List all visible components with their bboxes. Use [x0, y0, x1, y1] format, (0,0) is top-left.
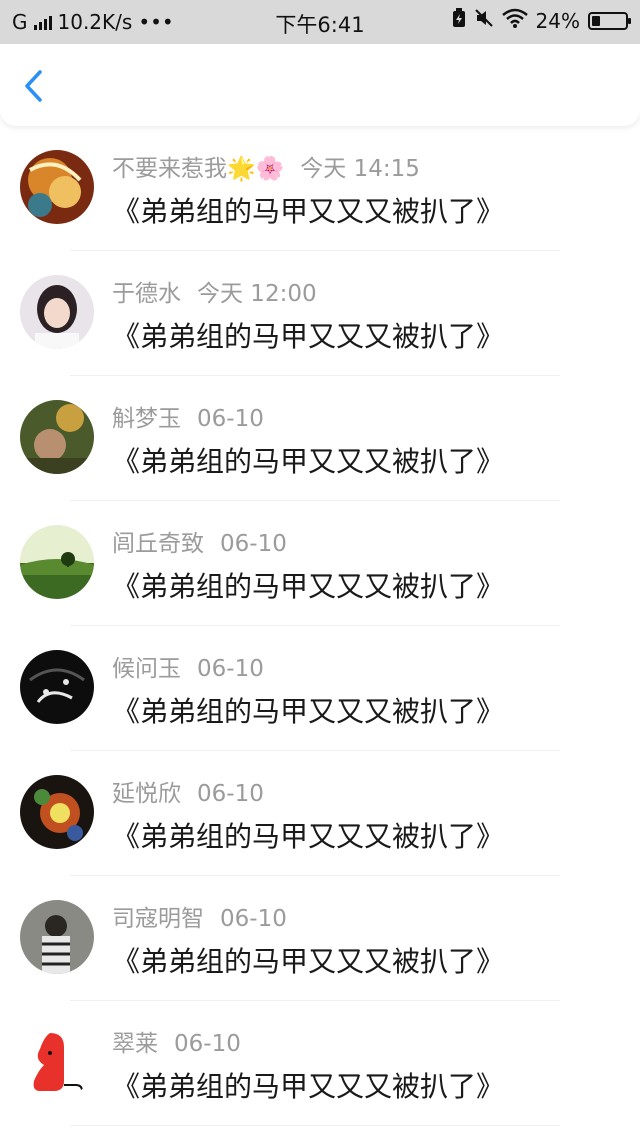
avatar[interactable]	[20, 275, 94, 349]
comment-text: 《弟弟组的马甲又又又被扒了》	[112, 945, 505, 978]
battery-percent: 24%	[535, 8, 580, 33]
list-item[interactable]: 司寇明智 06-10 《弟弟组的马甲又又又被扒了》	[0, 876, 640, 1001]
comment-meta: 斛梦玉 06-10	[112, 399, 264, 433]
list-item[interactable]: 斛梦玉 06-10 《弟弟组的马甲又又又被扒了》	[0, 376, 640, 501]
status-bar: G 10.2K/s ••• 下午6:41 24%	[0, 0, 640, 44]
username[interactable]: 翠莱	[112, 1031, 158, 1057]
avatar[interactable]	[20, 900, 94, 974]
charging-icon	[452, 8, 466, 33]
username[interactable]: 延悦欣	[112, 781, 181, 807]
chevron-left-icon	[25, 70, 42, 102]
battery-level	[592, 15, 600, 26]
timestamp: 今天 12:00	[197, 281, 317, 307]
wifi-icon	[501, 8, 528, 33]
status-right: 24%	[452, 8, 631, 33]
nav-bar	[0, 44, 640, 126]
list-item[interactable]: 于德水 今天 12:00 《弟弟组的马甲又又又被扒了》	[0, 251, 640, 376]
timestamp: 06-10	[220, 906, 287, 932]
list-item[interactable]: 延悦欣 06-10 《弟弟组的马甲又又又被扒了》	[0, 751, 640, 876]
comment-meta: 不要来惹我🌟🌸 今天 14:15	[112, 149, 420, 183]
comment-meta: 闾丘奇致 06-10	[112, 524, 287, 558]
avatar[interactable]	[20, 1025, 94, 1099]
battery-icon	[588, 11, 631, 30]
comment-meta: 于德水 今天 12:00	[112, 274, 317, 308]
timestamp: 06-10	[174, 1031, 241, 1057]
timestamp: 06-10	[197, 781, 264, 807]
avatar[interactable]	[20, 150, 94, 224]
avatar[interactable]	[20, 650, 94, 724]
comment-meta: 延悦欣 06-10	[112, 774, 264, 808]
comment-text: 《弟弟组的马甲又又又被扒了》	[112, 570, 505, 603]
list-item[interactable]: 不要来惹我🌟🌸 今天 14:15 《弟弟组的马甲又又又被扒了》	[0, 126, 640, 251]
timestamp: 06-10	[220, 531, 287, 557]
comment-list: 不要来惹我🌟🌸 今天 14:15 《弟弟组的马甲又又又被扒了》 于德水 今天 12:…	[0, 126, 640, 1126]
username[interactable]: 不要来惹我🌟🌸	[112, 156, 284, 182]
comment-text: 《弟弟组的马甲又又又被扒了》	[112, 445, 505, 478]
timestamp: 今天 14:15	[300, 156, 420, 182]
list-item[interactable]: 翠莱 06-10 《弟弟组的马甲又又又被扒了》	[0, 1001, 640, 1126]
avatar[interactable]	[20, 775, 94, 849]
comment-text: 《弟弟组的马甲又又又被扒了》	[112, 820, 505, 853]
comment-text: 《弟弟组的马甲又又又被扒了》	[112, 195, 505, 228]
mute-icon	[474, 8, 494, 33]
username[interactable]: 候问玉	[112, 656, 181, 682]
divider	[70, 1125, 560, 1126]
avatar[interactable]	[20, 400, 94, 474]
username[interactable]: 司寇明智	[112, 906, 204, 932]
username[interactable]: 闾丘奇致	[112, 531, 204, 557]
comment-meta: 翠莱 06-10	[112, 1024, 241, 1058]
comment-meta: 司寇明智 06-10	[112, 899, 287, 933]
timestamp: 06-10	[197, 656, 264, 682]
list-item[interactable]: 闾丘奇致 06-10 《弟弟组的马甲又又又被扒了》	[0, 501, 640, 626]
comment-meta: 候问玉 06-10	[112, 649, 264, 683]
avatar[interactable]	[20, 525, 94, 599]
comment-text: 《弟弟组的马甲又又又被扒了》	[112, 320, 505, 353]
comment-text: 《弟弟组的马甲又又又被扒了》	[112, 1070, 505, 1103]
username[interactable]: 于德水	[112, 281, 181, 307]
list-item[interactable]: 候问玉 06-10 《弟弟组的马甲又又又被扒了》	[0, 626, 640, 751]
timestamp: 06-10	[197, 406, 264, 432]
comment-text: 《弟弟组的马甲又又又被扒了》	[112, 695, 505, 728]
back-button[interactable]	[14, 66, 54, 106]
username[interactable]: 斛梦玉	[112, 406, 181, 432]
